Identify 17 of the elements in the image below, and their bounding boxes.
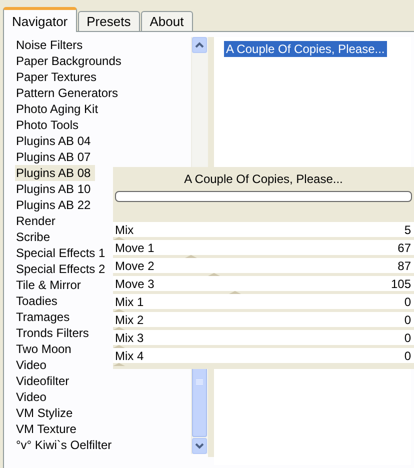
slider-value: 105: [390, 276, 411, 290]
slider-label: Move 2: [115, 258, 154, 272]
slider-value: 0: [404, 330, 411, 344]
slider-label: Move 1: [115, 240, 154, 254]
slider-label: Move 3: [115, 276, 154, 290]
slider-label: Mix: [115, 222, 134, 236]
slider-value: 87: [398, 258, 411, 272]
slider-value: 0: [404, 312, 411, 326]
slider-value: 67: [398, 240, 411, 254]
slider-label: Mix 1: [115, 294, 144, 308]
slider-value: 0: [404, 294, 411, 308]
slider-value: 0: [404, 348, 411, 362]
slider-label: Mix 2: [115, 312, 144, 326]
dialog-title: A Couple Of Copies, Please...: [183, 171, 344, 188]
slider-label: Mix 4: [115, 348, 144, 362]
slider-label: Mix 3: [115, 330, 144, 344]
slider-value: 5: [404, 222, 411, 236]
